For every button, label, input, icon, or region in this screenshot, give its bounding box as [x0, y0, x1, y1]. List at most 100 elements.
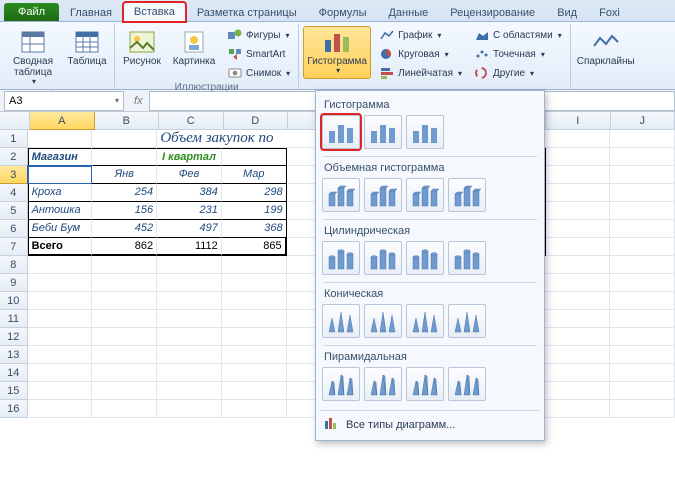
area-chart-button[interactable]: С областями▾ — [470, 26, 566, 44]
cell[interactable] — [610, 256, 675, 274]
cell[interactable] — [546, 166, 611, 184]
cell[interactable] — [610, 184, 675, 202]
row-header-7[interactable]: 7 — [0, 238, 28, 256]
cell[interactable] — [28, 328, 93, 346]
cell[interactable]: Магазин — [28, 148, 93, 166]
row-header-15[interactable]: 15 — [0, 382, 28, 400]
chart-thumbnail[interactable] — [364, 241, 402, 275]
cell[interactable] — [545, 364, 610, 382]
select-all-corner[interactable] — [0, 112, 30, 130]
cell[interactable]: 368 — [222, 220, 287, 238]
cell[interactable] — [610, 202, 675, 220]
chart-thumbnail[interactable] — [448, 367, 486, 401]
shapes-button[interactable]: Фигуры ▾ — [223, 26, 294, 44]
tab-data[interactable]: Данные — [377, 3, 439, 22]
row-header-16[interactable]: 16 — [0, 400, 28, 418]
tab-pagelayout[interactable]: Разметка страницы — [186, 3, 308, 22]
cell[interactable] — [545, 346, 610, 364]
picture-button[interactable]: Рисунок — [119, 26, 165, 70]
cell[interactable] — [92, 364, 157, 382]
pie-chart-button[interactable]: Круговая▾ — [375, 45, 466, 63]
cell[interactable] — [610, 166, 675, 184]
cell[interactable] — [222, 310, 287, 328]
cell[interactable] — [222, 292, 287, 310]
chart-thumbnail[interactable] — [322, 115, 360, 149]
cell[interactable] — [92, 346, 157, 364]
cell[interactable] — [28, 400, 93, 418]
cell[interactable] — [545, 400, 610, 418]
row-header-4[interactable]: 4 — [0, 184, 28, 202]
row-header-5[interactable]: 5 — [0, 202, 28, 220]
tab-view[interactable]: Вид — [546, 3, 588, 22]
cell[interactable] — [545, 382, 610, 400]
row-header-14[interactable]: 14 — [0, 364, 28, 382]
cell[interactable] — [157, 328, 222, 346]
pivot-table-button[interactable]: Сводная таблица ▾ — [6, 26, 60, 90]
cell[interactable]: 384 — [157, 184, 222, 202]
cell[interactable] — [610, 220, 675, 238]
cell[interactable] — [545, 274, 610, 292]
chart-thumbnail[interactable] — [364, 178, 402, 212]
cell[interactable]: Всего — [28, 238, 93, 256]
chart-thumbnail[interactable] — [406, 304, 444, 338]
cell[interactable]: Беби Бум — [28, 220, 93, 238]
cell[interactable] — [92, 130, 157, 148]
cell[interactable] — [28, 256, 93, 274]
cell[interactable] — [157, 274, 222, 292]
row-header-10[interactable]: 10 — [0, 292, 28, 310]
cell[interactable] — [92, 292, 157, 310]
cell[interactable]: 156 — [92, 202, 157, 220]
chart-thumbnail[interactable] — [322, 304, 360, 338]
file-tab[interactable]: Файл — [4, 3, 59, 21]
cell[interactable] — [157, 346, 222, 364]
cell[interactable]: 199 — [222, 202, 287, 220]
cell[interactable] — [28, 310, 93, 328]
chart-thumbnail[interactable] — [364, 304, 402, 338]
cell[interactable] — [28, 382, 93, 400]
chart-thumbnail[interactable] — [448, 241, 486, 275]
cell[interactable]: 452 — [92, 220, 157, 238]
cell[interactable]: Мар — [222, 166, 287, 184]
row-header-8[interactable]: 8 — [0, 256, 28, 274]
row-header-1[interactable]: 1 — [0, 130, 28, 148]
tab-home[interactable]: Главная — [59, 3, 123, 22]
cell[interactable] — [546, 148, 611, 166]
column-header-C[interactable]: C — [159, 112, 224, 130]
chart-thumbnail[interactable] — [406, 115, 444, 149]
cell[interactable] — [28, 130, 93, 148]
cell[interactable] — [92, 400, 157, 418]
cell[interactable]: 497 — [157, 220, 222, 238]
cell[interactable] — [92, 310, 157, 328]
chart-thumbnail[interactable] — [364, 115, 402, 149]
cell[interactable] — [610, 382, 675, 400]
cell[interactable] — [28, 166, 93, 184]
cell[interactable] — [92, 274, 157, 292]
cell[interactable] — [222, 400, 287, 418]
cell[interactable] — [222, 382, 287, 400]
clipart-button[interactable]: Картинка — [169, 26, 219, 70]
cell[interactable] — [610, 292, 675, 310]
cell[interactable] — [157, 292, 222, 310]
chart-thumbnail[interactable] — [322, 367, 360, 401]
cell[interactable]: 862 — [92, 238, 157, 256]
cell[interactable]: Фев — [157, 166, 222, 184]
cell[interactable] — [157, 256, 222, 274]
chart-thumbnail[interactable] — [406, 178, 444, 212]
cell[interactable] — [92, 256, 157, 274]
cell[interactable] — [610, 148, 675, 166]
cell[interactable] — [157, 400, 222, 418]
cell[interactable] — [546, 184, 611, 202]
sparklines-button[interactable]: Спарклайны — [575, 26, 637, 70]
screenshot-button[interactable]: Снимок ▾ — [223, 64, 294, 82]
column-header-A[interactable]: A — [30, 112, 95, 130]
cell[interactable] — [610, 400, 675, 418]
chart-thumbnail[interactable] — [322, 178, 360, 212]
cell[interactable] — [610, 346, 675, 364]
cell[interactable] — [222, 256, 287, 274]
tab-formulas[interactable]: Формулы — [308, 3, 378, 22]
all-chart-types-link[interactable]: Все типы диаграмм... — [320, 410, 540, 438]
column-header-B[interactable]: B — [95, 112, 160, 130]
cell[interactable] — [610, 274, 675, 292]
row-header-6[interactable]: 6 — [0, 220, 28, 238]
column-header-D[interactable]: D — [224, 112, 289, 130]
